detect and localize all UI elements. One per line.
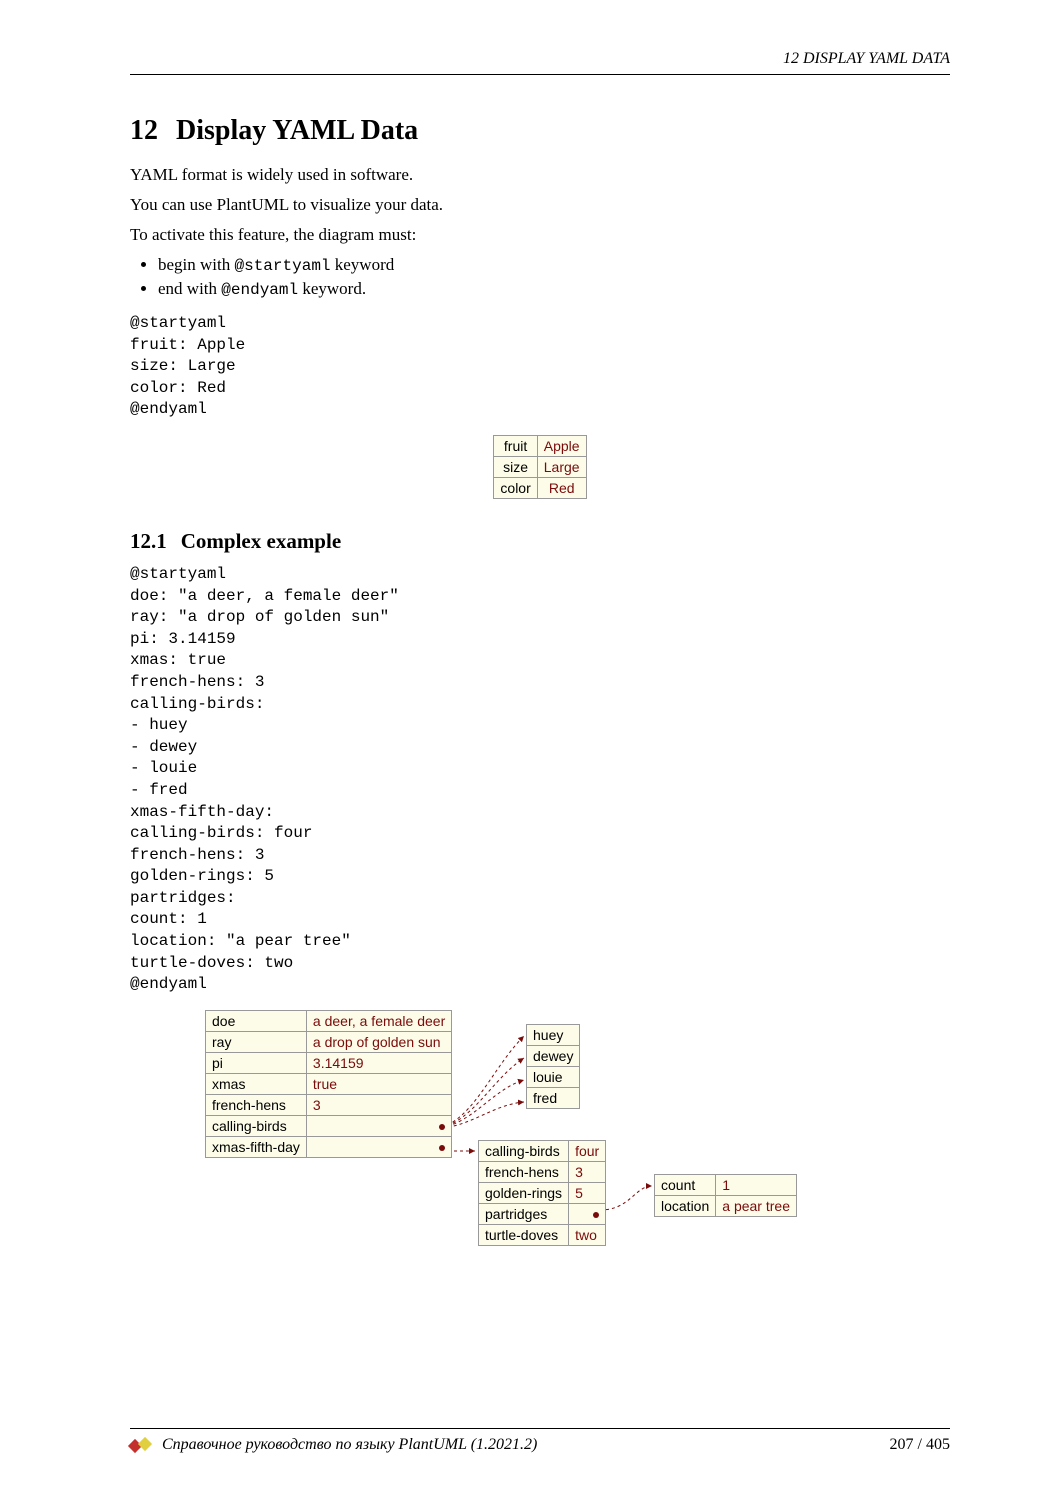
yaml-table-root: doea deer, a female deer raya drop of go… <box>205 1010 452 1158</box>
cell-key: xmas <box>206 1073 307 1094</box>
table-row: count1 <box>655 1174 797 1195</box>
table-row: sizeLarge <box>494 456 586 477</box>
cell-val: a pear tree <box>716 1195 797 1216</box>
bullet-2-pre: end with <box>158 279 221 298</box>
cell-key: xmas-fifth-day <box>206 1136 307 1157</box>
diagram-2: doea deer, a female deer raya drop of go… <box>130 1010 950 1270</box>
cell-val: huey <box>527 1024 580 1045</box>
cell-val: Red <box>537 477 586 498</box>
table-row: doea deer, a female deer <box>206 1010 452 1031</box>
bullet-1: begin with @startyaml keyword <box>158 255 950 275</box>
cell-val: fred <box>527 1087 580 1108</box>
cell-val: dewey <box>527 1045 580 1066</box>
table-row: locationa pear tree <box>655 1195 797 1216</box>
cell-val: 3 <box>306 1094 451 1115</box>
code-block-2: @startyaml doe: "a deer, a female deer" … <box>130 564 950 996</box>
page-footer: Справочное руководство по языку PlantUML… <box>130 1428 950 1455</box>
cell-key: golden-rings <box>479 1182 569 1203</box>
intro-p3: To activate this feature, the diagram mu… <box>130 225 950 245</box>
table-row: xmas-fifth-day <box>206 1136 452 1157</box>
yaml-table-birds: huey dewey louie fred <box>526 1024 580 1109</box>
cell-node <box>569 1203 606 1224</box>
yaml-table-simple: fruitApple sizeLarge colorRed <box>493 435 586 499</box>
table-row: turtle-dovestwo <box>479 1224 606 1245</box>
bullet-2-code: @endyaml <box>221 281 298 299</box>
table-row: raya drop of golden sun <box>206 1031 452 1052</box>
node-dot-icon <box>593 1212 599 1218</box>
table-row: pi3.14159 <box>206 1052 452 1073</box>
cell-val: 1 <box>716 1174 797 1195</box>
cell-key: ray <box>206 1031 307 1052</box>
table-row: louie <box>527 1066 580 1087</box>
table-row: golden-rings5 <box>479 1182 606 1203</box>
cell-val: true <box>306 1073 451 1094</box>
subsection-number: 12.1 <box>130 529 167 553</box>
cell-key: partridges <box>479 1203 569 1224</box>
table-row: colorRed <box>494 477 586 498</box>
intro-p2: You can use PlantUML to visualize your d… <box>130 195 950 215</box>
cell-val: 3 <box>569 1161 606 1182</box>
table-row: dewey <box>527 1045 580 1066</box>
page: 12 DISPLAY YAML DATA 12 Display YAML Data… <box>0 0 1060 1500</box>
bullet-2: end with @endyaml keyword. <box>158 279 950 299</box>
diagram-1: fruitApple sizeLarge colorRed <box>130 435 950 499</box>
cell-val: 3.14159 <box>306 1052 451 1073</box>
yaml-table-fifth: calling-birdsfour french-hens3 golden-ri… <box>478 1140 606 1246</box>
cell-node <box>306 1136 451 1157</box>
intro-bullets: begin with @startyaml keyword end with @… <box>158 255 950 299</box>
running-header: 12 DISPLAY YAML DATA <box>130 50 950 68</box>
intro-p1: YAML format is widely used in software. <box>130 165 950 185</box>
bullet-1-post: keyword <box>331 255 395 274</box>
node-dot-icon <box>439 1124 445 1130</box>
cell-key: calling-birds <box>206 1115 307 1136</box>
table-row: huey <box>527 1024 580 1045</box>
table-row: fruitApple <box>494 435 586 456</box>
plantuml-logo-icon <box>130 1435 156 1455</box>
cell-val: louie <box>527 1066 580 1087</box>
bullet-1-code: @startyaml <box>235 257 331 275</box>
bullet-2-post: keyword. <box>298 279 366 298</box>
subsection-title-text: Complex example <box>181 529 341 553</box>
node-dot-icon <box>439 1145 445 1151</box>
yaml-table-partridges: count1 locationa pear tree <box>654 1174 797 1217</box>
table-row: calling-birds <box>206 1115 452 1136</box>
header-rule <box>130 74 950 75</box>
cell-val: Apple <box>537 435 586 456</box>
cell-val: Large <box>537 456 586 477</box>
section-heading: 12 Display YAML Data <box>130 115 950 147</box>
cell-key: size <box>494 456 537 477</box>
table-row: calling-birdsfour <box>479 1140 606 1161</box>
table-row: xmastrue <box>206 1073 452 1094</box>
table-row: french-hens3 <box>206 1094 452 1115</box>
cell-key: french-hens <box>479 1161 569 1182</box>
subsection-heading: 12.1 Complex example <box>130 529 950 554</box>
footer-page-number: 207 / 405 <box>890 1436 950 1454</box>
cell-node <box>306 1115 451 1136</box>
cell-key: french-hens <box>206 1094 307 1115</box>
cell-key: fruit <box>494 435 537 456</box>
section-title-text: Display YAML Data <box>176 115 418 146</box>
bullet-1-pre: begin with <box>158 255 235 274</box>
cell-key: pi <box>206 1052 307 1073</box>
cell-val: 5 <box>569 1182 606 1203</box>
table-row: fred <box>527 1087 580 1108</box>
cell-val: four <box>569 1140 606 1161</box>
cell-val: two <box>569 1224 606 1245</box>
cell-key: count <box>655 1174 716 1195</box>
table-row: french-hens3 <box>479 1161 606 1182</box>
cell-val: a drop of golden sun <box>306 1031 451 1052</box>
section-number: 12 <box>130 115 158 146</box>
footer-title: Справочное руководство по языку PlantUML… <box>162 1436 890 1454</box>
cell-val: a deer, a female deer <box>306 1010 451 1031</box>
code-block-1: @startyaml fruit: Apple size: Large colo… <box>130 313 950 421</box>
cell-key: turtle-doves <box>479 1224 569 1245</box>
cell-key: color <box>494 477 537 498</box>
table-row: partridges <box>479 1203 606 1224</box>
cell-key: location <box>655 1195 716 1216</box>
cell-key: calling-birds <box>479 1140 569 1161</box>
cell-key: doe <box>206 1010 307 1031</box>
